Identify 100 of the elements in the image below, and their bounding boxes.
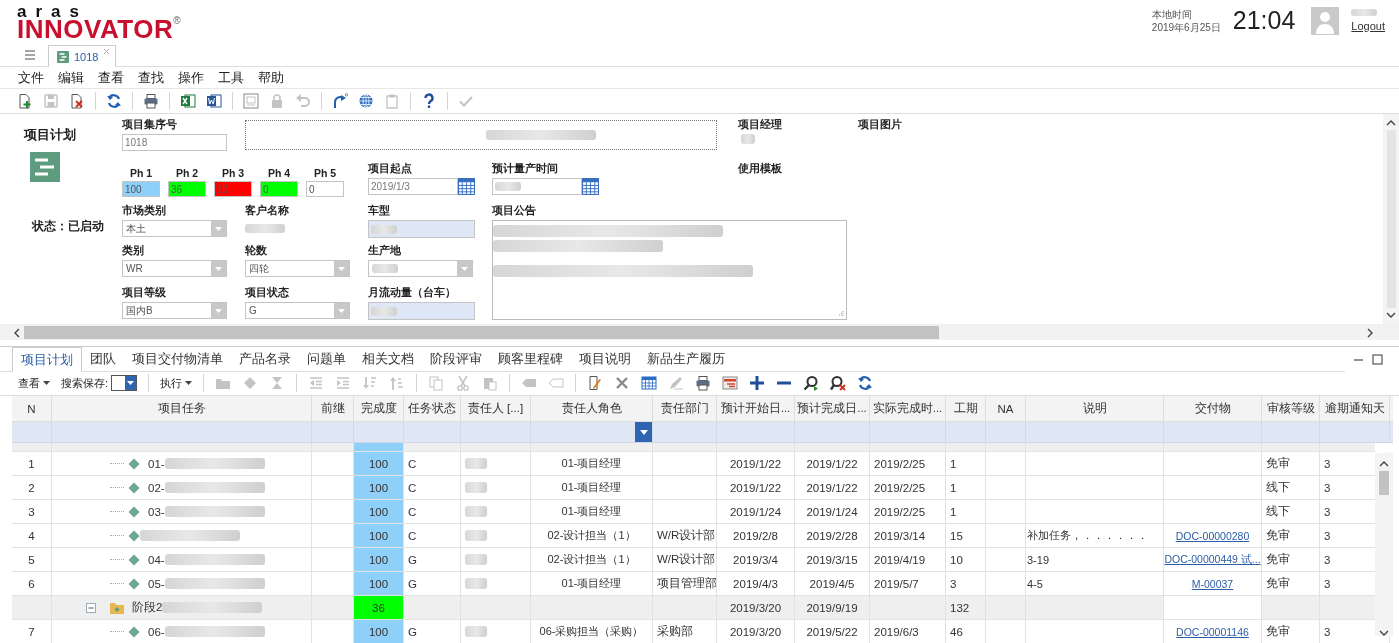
- word-document-icon[interactable]: [206, 93, 222, 109]
- phase-row[interactable]: 阶段2 36 2019/3/20 2019/9/19 132: [12, 596, 1375, 620]
- input-field[interactable]: [368, 302, 475, 320]
- calendar-icon[interactable]: [582, 178, 599, 195]
- scroll-up-icon[interactable]: [1386, 120, 1396, 126]
- calendar-icon[interactable]: [458, 178, 475, 195]
- dropdown[interactable]: WR: [122, 260, 227, 277]
- printer-icon[interactable]: [143, 93, 159, 109]
- document-link[interactable]: DOC-00000280: [1175, 529, 1250, 542]
- calendar-icon[interactable]: [641, 375, 658, 391]
- dropdown[interactable]: 国内B: [122, 302, 227, 319]
- dropdown[interactable]: 四轮: [245, 260, 350, 277]
- input-field[interactable]: [368, 220, 475, 238]
- menu-item[interactable]: 操作: [178, 68, 204, 87]
- column-header[interactable]: 逾期通知天: [1320, 396, 1390, 421]
- menu-item[interactable]: 查看: [98, 68, 124, 87]
- document-link[interactable]: M-00037: [1191, 577, 1234, 590]
- input-field[interactable]: 1018: [122, 134, 227, 151]
- column-header[interactable]: 预计开始日...: [717, 396, 795, 421]
- scrollbar[interactable]: [1375, 453, 1393, 636]
- menu-item[interactable]: 帮助: [258, 68, 284, 87]
- menu-item[interactable]: 文件: [18, 68, 44, 87]
- resize-grip-icon[interactable]: [837, 310, 844, 317]
- caret-icon[interactable]: [639, 429, 648, 435]
- column-header[interactable]: N: [12, 396, 52, 421]
- scroll-down-icon[interactable]: [1379, 630, 1389, 636]
- column-header[interactable]: 实际完成时...: [870, 396, 946, 421]
- tab[interactable]: 问题单: [299, 346, 354, 371]
- collapse-icon[interactable]: [86, 602, 96, 613]
- scroll-thumb[interactable]: [24, 326, 939, 339]
- help-icon[interactable]: [421, 93, 437, 109]
- tab[interactable]: 产品名录: [231, 346, 299, 371]
- column-header[interactable]: 项目任务: [52, 396, 312, 421]
- tab[interactable]: 项目计划: [12, 346, 82, 372]
- refresh-icon[interactable]: [106, 93, 122, 109]
- column-header[interactable]: 责任人 [...]: [461, 396, 531, 421]
- scroll-left-icon[interactable]: [14, 327, 20, 338]
- document-link[interactable]: DOC-00001146: [1176, 625, 1249, 638]
- zoom-clear-icon[interactable]: [830, 375, 847, 391]
- column-header[interactable]: 完成度: [354, 396, 404, 421]
- plus-icon[interactable]: [749, 375, 766, 391]
- edit-icon[interactable]: [587, 375, 604, 391]
- view-menu-button[interactable]: 查看: [18, 375, 50, 391]
- dropdown[interactable]: 本土: [122, 220, 227, 237]
- tab[interactable]: 相关文档: [354, 346, 422, 371]
- column-header[interactable]: 前继: [312, 396, 354, 421]
- avatar-icon[interactable]: [1311, 6, 1340, 35]
- gantt-icon[interactable]: [722, 375, 739, 391]
- tab[interactable]: 团队: [82, 346, 124, 371]
- column-header[interactable]: 说明: [1026, 396, 1164, 421]
- close-icon[interactable]: [103, 48, 111, 55]
- document-tab[interactable]: 1018: [48, 45, 117, 67]
- scrollbar[interactable]: [1383, 114, 1399, 324]
- phase-field[interactable]: 0: [260, 181, 298, 197]
- refresh-icon[interactable]: [857, 375, 874, 391]
- column-header[interactable]: 责任部门: [653, 396, 717, 421]
- scroll-thumb[interactable]: [1379, 471, 1389, 495]
- scroll-right-icon[interactable]: [1367, 327, 1373, 338]
- dropdown[interactable]: G: [245, 302, 350, 319]
- dropdown[interactable]: [111, 375, 138, 391]
- phase-field[interactable]: 36: [168, 181, 206, 197]
- tab[interactable]: 项目交付物清单: [124, 346, 231, 371]
- column-header[interactable]: 预计完成日...: [795, 396, 870, 421]
- phase-field[interactable]: 0: [306, 181, 344, 197]
- column-header[interactable]: 工期: [946, 396, 986, 421]
- caret-icon[interactable]: [43, 381, 50, 385]
- caret-icon[interactable]: [127, 381, 135, 385]
- caret-icon[interactable]: [185, 381, 193, 385]
- spreadsheet-icon[interactable]: [180, 93, 196, 109]
- delete-document-icon[interactable]: [69, 93, 85, 109]
- globe-icon[interactable]: [358, 93, 374, 109]
- document-link[interactable]: DOC-00000449 试...: [1164, 552, 1261, 567]
- zoom-icon[interactable]: [803, 375, 820, 391]
- column-header[interactable]: 责任人角色: [531, 396, 653, 421]
- date-field[interactable]: 2019/1/3: [368, 178, 458, 195]
- menu-icon[interactable]: [24, 50, 36, 60]
- column-header[interactable]: 交付物: [1164, 396, 1262, 421]
- execute-menu-button[interactable]: 执行: [160, 375, 193, 391]
- logout-link[interactable]: Logout: [1351, 20, 1385, 32]
- column-header[interactable]: NA: [986, 396, 1026, 421]
- printer-icon[interactable]: [695, 375, 712, 391]
- scroll-up-icon[interactable]: [1379, 461, 1389, 467]
- text-area[interactable]: [492, 220, 847, 320]
- menu-item[interactable]: 查找: [138, 68, 164, 87]
- scroll-down-icon[interactable]: [1386, 312, 1396, 318]
- curved-arrow-icon[interactable]: [332, 93, 348, 109]
- menu-item[interactable]: 工具: [218, 68, 244, 87]
- phase-field[interactable]: 100: [122, 181, 160, 197]
- tab[interactable]: 阶段评审: [422, 346, 490, 371]
- column-header[interactable]: 审核等级: [1262, 396, 1320, 421]
- phase-row[interactable]: [12, 443, 1375, 452]
- close-icon[interactable]: [614, 375, 631, 391]
- scrollbar[interactable]: [0, 325, 1399, 340]
- maximize-icon[interactable]: [1372, 353, 1383, 365]
- tab[interactable]: 项目说明: [571, 346, 639, 371]
- tab[interactable]: 新品生产履历: [639, 346, 733, 371]
- menu-item[interactable]: 编辑: [58, 68, 84, 87]
- tab[interactable]: 顾客里程碑: [490, 346, 571, 371]
- date-field[interactable]: [492, 178, 582, 195]
- column-header[interactable]: 任务状态: [404, 396, 461, 421]
